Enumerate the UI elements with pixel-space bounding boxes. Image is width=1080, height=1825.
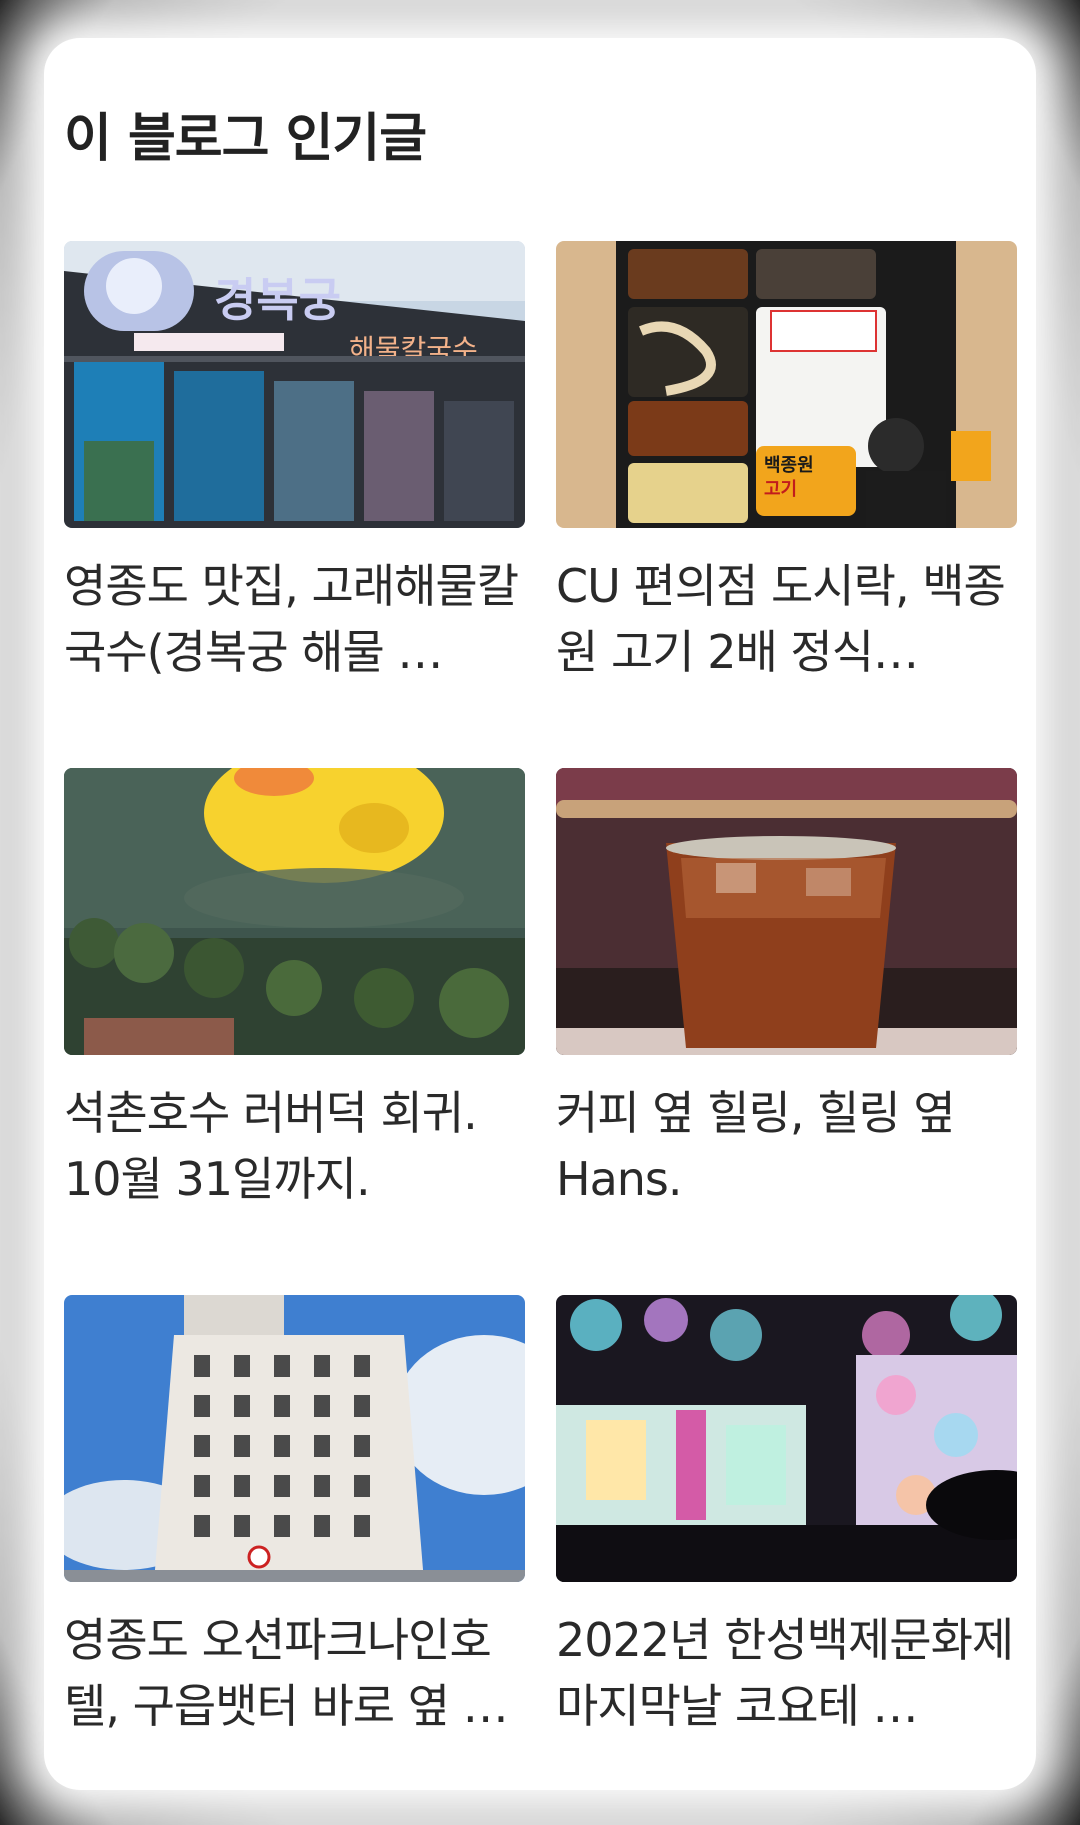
screen-frame: 이 블로그 인기글 경복궁 해물칼국수 영종도 맛집, 고래해물칼국수(경복궁 … [0, 0, 1080, 1825]
section-title: 이 블로그 인기글 [64, 109, 427, 169]
hotel-building-image[interactable] [64, 1295, 525, 1582]
post-title[interactable]: 영종도 맛집, 고래해물칼국수(경복궁 해물 … [64, 553, 525, 685]
rubber-duck-lake-image[interactable] [64, 768, 525, 1055]
iced-coffee-image[interactable] [556, 768, 1017, 1055]
post-title[interactable]: CU 편의점 도시락, 백종원 고기 2배 정식… [556, 553, 1017, 685]
concert-stage-image[interactable] [556, 1295, 1017, 1582]
svg-text:백종원: 백종원 [764, 455, 814, 476]
post-title[interactable]: 2022년 한성백제문화제 마지막날 코요테 … [556, 1607, 1017, 1739]
svg-text:경복궁: 경복궁 [214, 273, 341, 327]
svg-text:고기: 고기 [764, 479, 797, 500]
post-title[interactable]: 커피 옆 힐링, 힐링 옆 Hans. [556, 1080, 1017, 1212]
restaurant-storefront-image[interactable]: 경복궁 해물칼국수 [64, 241, 525, 528]
lunchbox-image[interactable]: 백종원 고기 [556, 241, 1017, 528]
post-title[interactable]: 영종도 오션파크나인호텔, 구읍뱃터 바로 옆 … [64, 1607, 525, 1739]
post-title[interactable]: 석촌호수 러버덕 회귀. 10월 31일까지. [64, 1080, 525, 1212]
